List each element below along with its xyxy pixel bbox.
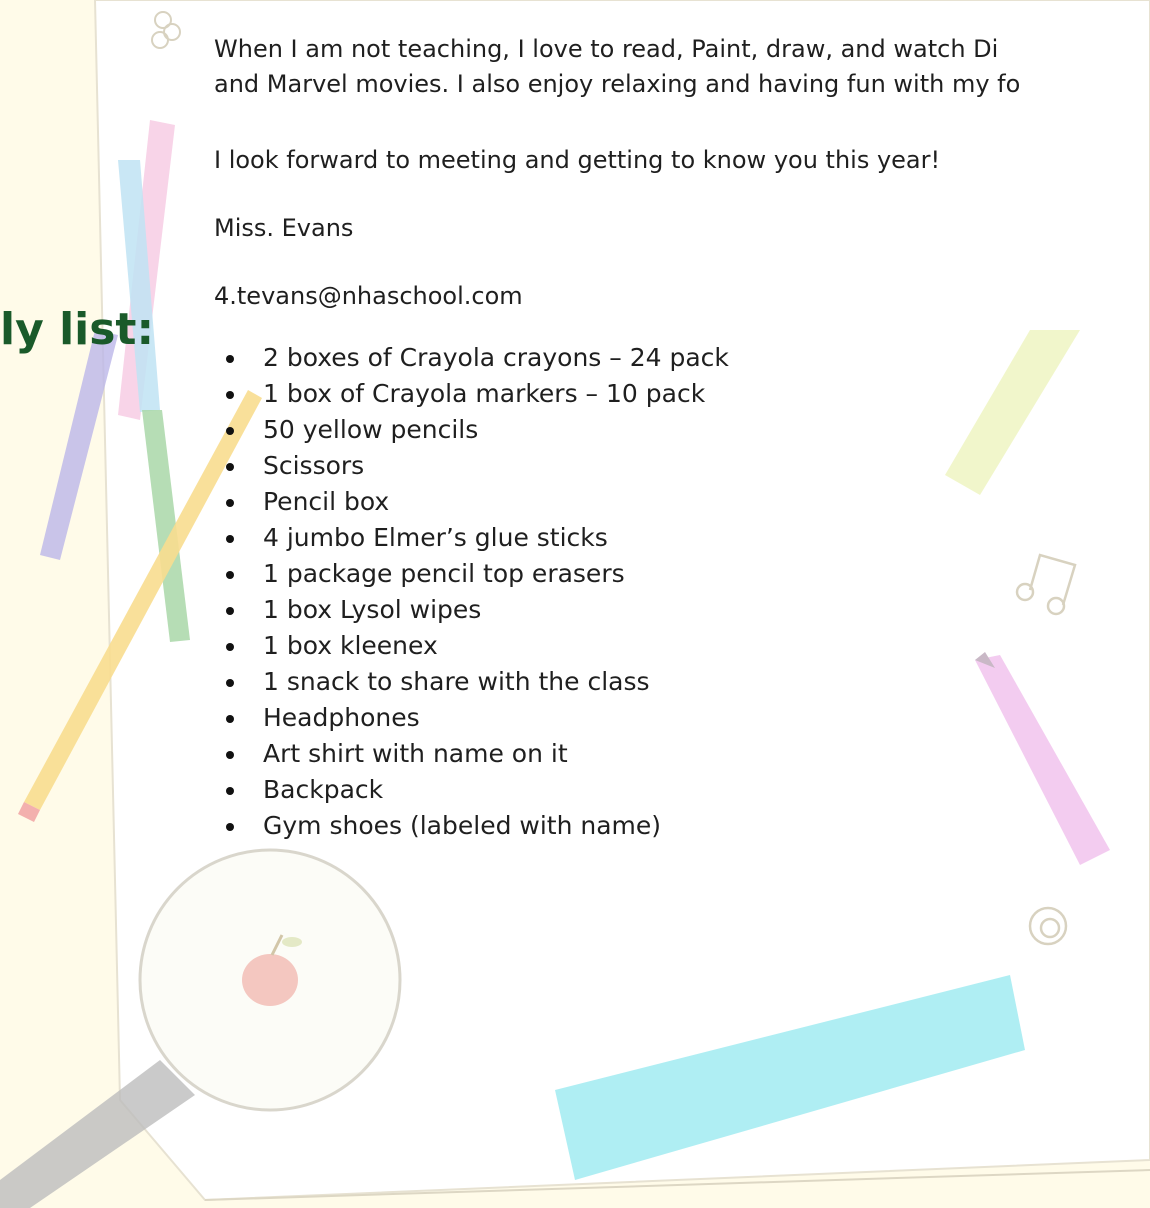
letter-paragraph: When I am not teaching, I love to read, …	[214, 32, 1020, 102]
paragraph-line-2: and Marvel movies. I also enjoy relaxing…	[214, 70, 1021, 98]
list-item-text: Pencil box	[263, 487, 390, 516]
list-item-text: 2 boxes of Crayola crayons – 24 pack	[263, 343, 729, 372]
list-item-text: 1 package pencil top erasers	[263, 559, 625, 588]
closing-line: I look forward to meeting and getting to…	[214, 146, 941, 174]
list-item-text: 50 yellow pencils	[263, 415, 479, 444]
list-item: 50 yellow pencils	[214, 412, 729, 448]
email-address: 4.tevans@nhaschool.com	[214, 282, 523, 310]
bullet-icon	[226, 679, 234, 687]
bullet-icon	[226, 499, 234, 507]
supply-list: 2 boxes of Crayola crayons – 24 pack 1 b…	[214, 340, 729, 844]
list-item: 4 jumbo Elmer’s glue sticks	[214, 520, 729, 556]
list-item: Scissors	[214, 448, 729, 484]
list-item-text: Gym shoes (labeled with name)	[263, 811, 662, 840]
list-item-text: 1 box Lysol wipes	[263, 595, 482, 624]
list-item: 1 box of Crayola markers – 10 pack	[214, 376, 729, 412]
bullet-icon	[226, 391, 234, 399]
bullet-icon	[226, 787, 234, 795]
list-item-text: Backpack	[263, 775, 384, 804]
list-item: 1 box Lysol wipes	[214, 592, 729, 628]
list-item-text: 4 jumbo Elmer’s glue sticks	[263, 523, 608, 552]
bullet-icon	[226, 427, 234, 435]
list-item: Art shirt with name on it	[214, 736, 729, 772]
bullet-icon	[226, 535, 234, 543]
document-page: When I am not teaching, I love to read, …	[0, 0, 1150, 1208]
bullet-icon	[226, 715, 234, 723]
supply-list-heading: ly list:	[0, 304, 155, 355]
list-item: 1 box kleenex	[214, 628, 729, 664]
list-item-text: Scissors	[263, 451, 365, 480]
list-item-text: Headphones	[263, 703, 420, 732]
bullet-icon	[226, 751, 234, 759]
list-item: Pencil box	[214, 484, 729, 520]
list-item-text: 1 snack to share with the class	[263, 667, 650, 696]
list-item: 1 snack to share with the class	[214, 664, 729, 700]
paragraph-line-1: When I am not teaching, I love to read, …	[214, 35, 999, 63]
bullet-icon	[226, 823, 234, 831]
bullet-icon	[226, 643, 234, 651]
list-item-text: 1 box kleenex	[263, 631, 438, 660]
list-item: Headphones	[214, 700, 729, 736]
list-item: Gym shoes (labeled with name)	[214, 808, 729, 844]
bullet-icon	[226, 355, 234, 363]
list-item-text: Art shirt with name on it	[263, 739, 568, 768]
bullet-icon	[226, 463, 234, 471]
bullet-icon	[226, 571, 234, 579]
list-item: 2 boxes of Crayola crayons – 24 pack	[214, 340, 729, 376]
list-item: 1 package pencil top erasers	[214, 556, 729, 592]
list-item-text: 1 box of Crayola markers – 10 pack	[263, 379, 706, 408]
list-item: Backpack	[214, 772, 729, 808]
bullet-icon	[226, 607, 234, 615]
signature: Miss. Evans	[214, 214, 354, 242]
